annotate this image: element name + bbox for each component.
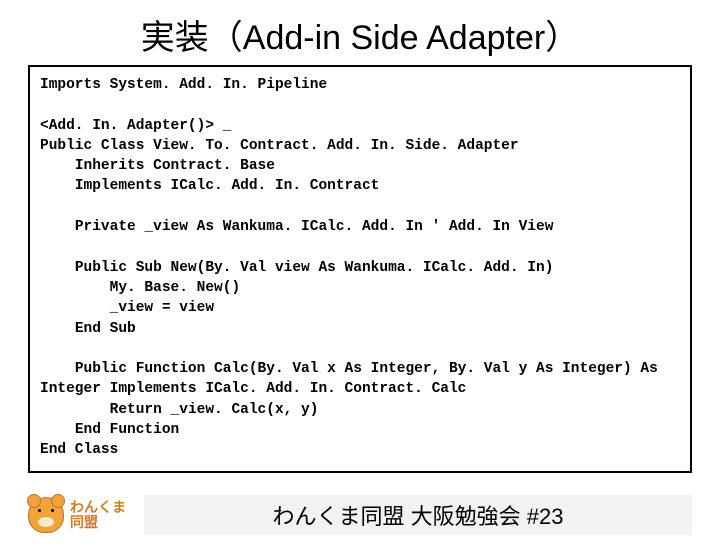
code-block: Imports System. Add. In. Pipeline <Add. … [28,65,692,473]
logo-line2: 同盟 [70,515,126,530]
slide: 実装（Add-in Side Adapter） Imports System. … [0,10,720,550]
logo-text: わんくま 同盟 [70,500,126,531]
logo-line1: わんくま [70,500,126,515]
footer-title: わんくま同盟 大阪勉強会 #23 [273,499,564,531]
bear-icon [28,497,64,533]
footer: わんくま 同盟 わんくま同盟 大阪勉強会 #23 [28,492,692,538]
logo: わんくま 同盟 [28,497,126,533]
footer-title-wrap: わんくま同盟 大阪勉強会 #23 [144,495,692,535]
slide-title: 実装（Add-in Side Adapter） [0,10,720,59]
